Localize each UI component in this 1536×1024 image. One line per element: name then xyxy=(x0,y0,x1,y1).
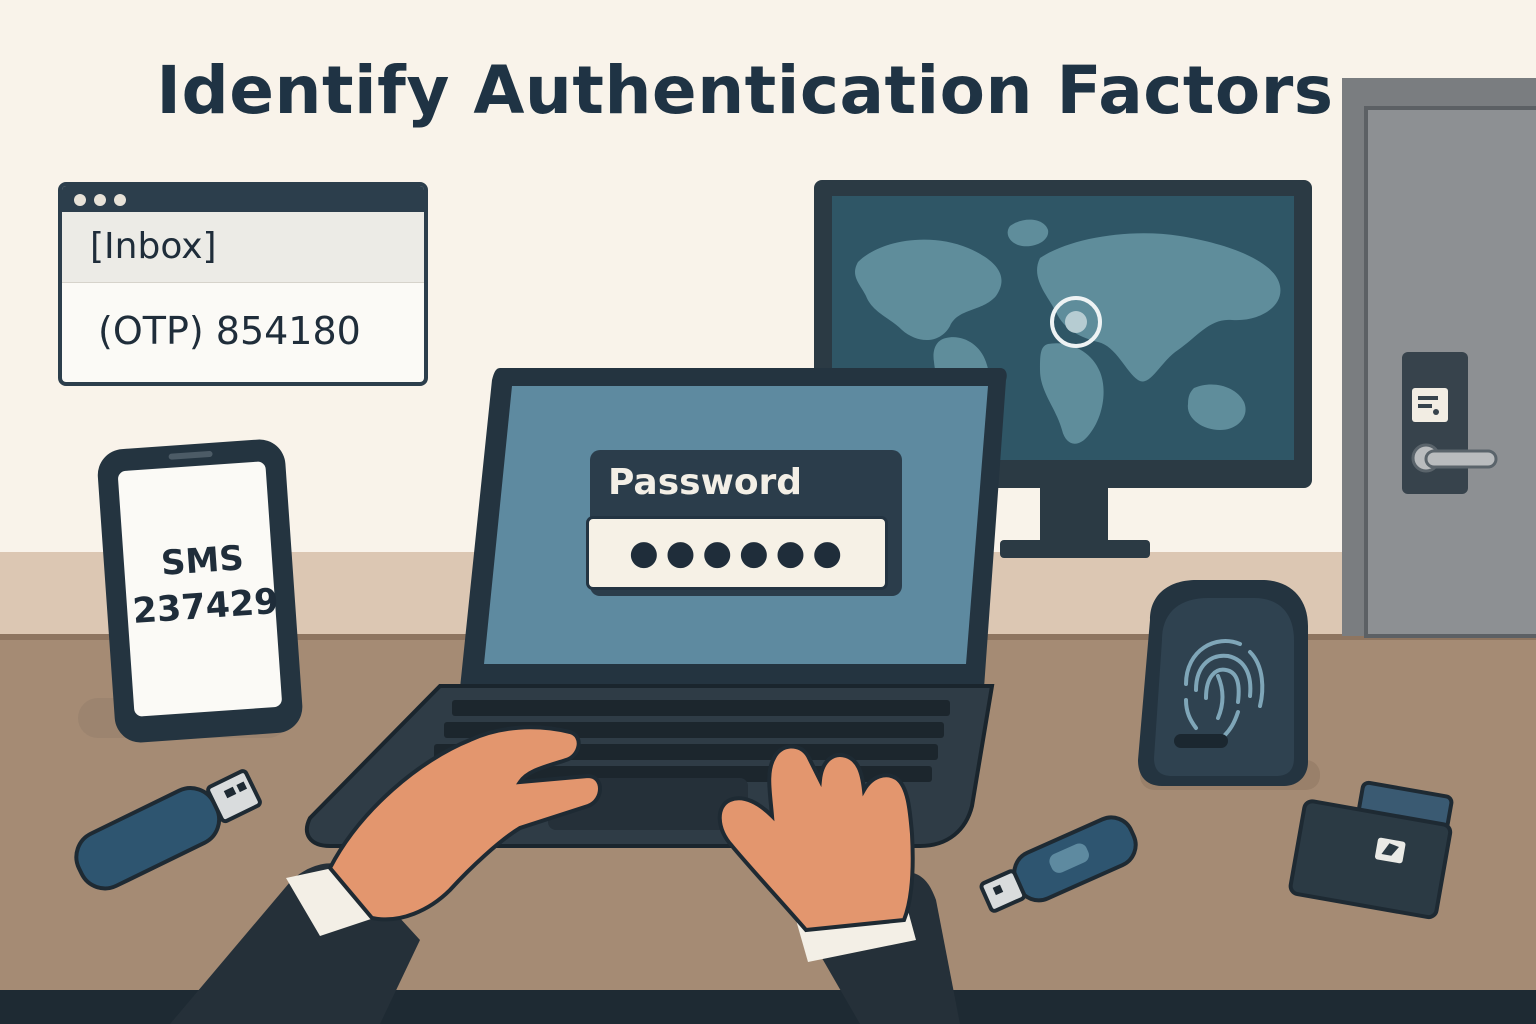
page-title: Identify Authentication Factors xyxy=(156,52,1334,129)
otp-message: (OTP) 854180 xyxy=(98,309,361,353)
background-scene xyxy=(0,0,1536,1024)
window-dot-icon xyxy=(74,194,86,206)
fingerprint-scanner-icon xyxy=(1138,580,1320,790)
authentication-factors-illustration: Identify Authentication Factors [Inbox] … xyxy=(0,0,1536,1024)
window-dot-icon xyxy=(114,194,126,206)
mail-window-icon: [Inbox] (OTP) 854180 xyxy=(58,182,428,386)
password-label: Password xyxy=(608,462,803,503)
sms-code-display: SMS 237429 xyxy=(127,533,281,635)
window-dot-icon xyxy=(94,194,106,206)
password-input[interactable]: ●●●●●● xyxy=(586,516,888,590)
window-title-bar xyxy=(62,186,424,212)
inbox-header: [Inbox] xyxy=(62,212,424,283)
door xyxy=(1342,78,1536,638)
